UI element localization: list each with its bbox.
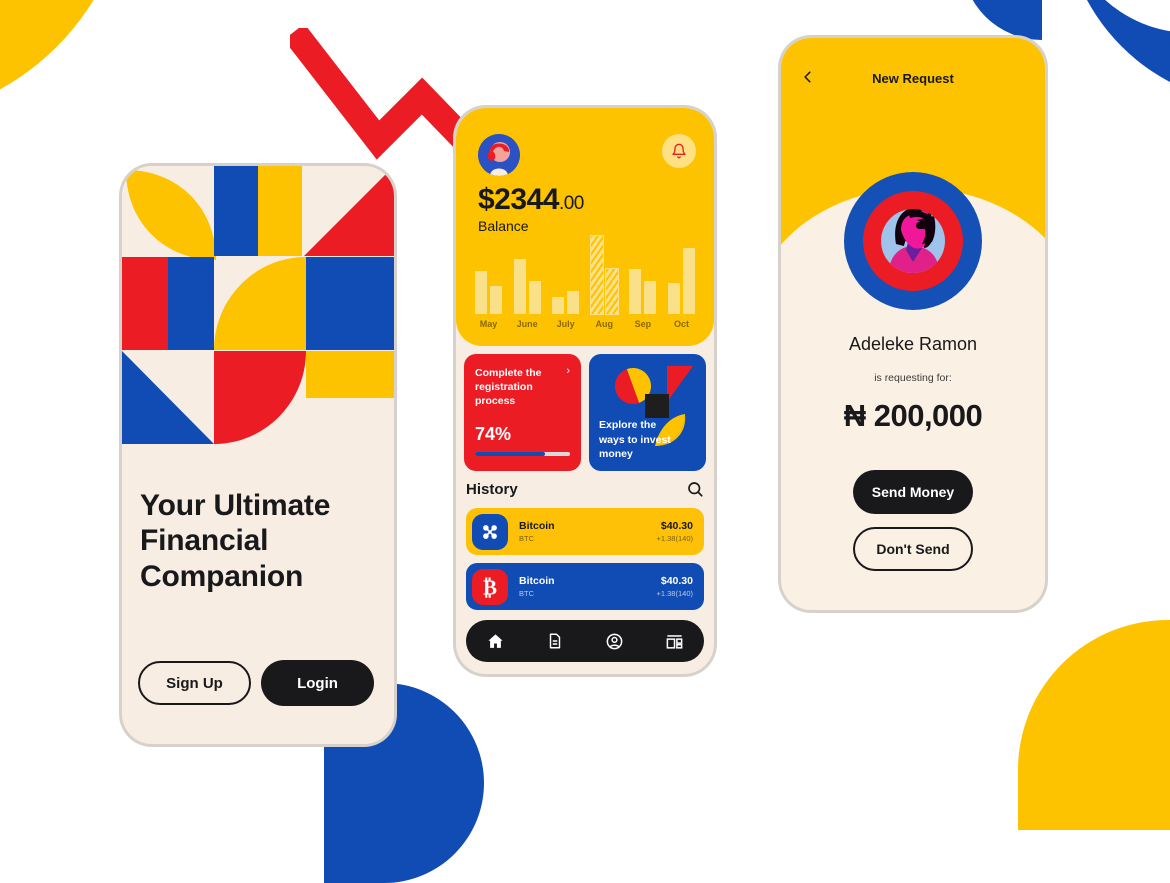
chart-label-july: July — [556, 319, 575, 329]
chart-group-sep — [626, 269, 659, 314]
auth-buttons: Sign Up Login — [138, 660, 374, 706]
history-title: History — [466, 480, 518, 498]
dashboard-icon[interactable] — [665, 632, 684, 651]
chart-bar-july-0 — [552, 297, 565, 314]
chart-bar-june-0 — [513, 259, 526, 314]
history-row-1-change: +1.38(140) — [656, 589, 694, 598]
chart-group-july — [549, 291, 582, 314]
bottom-tab-bar — [466, 620, 704, 662]
chart-bar-sep-1 — [644, 281, 657, 314]
sign-up-button[interactable]: Sign Up — [138, 661, 251, 705]
page-title: Your Ultimate Financial Companion — [140, 489, 331, 593]
geometric-pattern-icon — [122, 166, 394, 444]
chart-bar-oct-0 — [667, 283, 680, 314]
history-row-0[interactable]: Bitcoin BTC $40.30 +1.38(140) — [466, 508, 704, 555]
login-button[interactable]: Login — [261, 660, 374, 706]
chart-bar-may-1 — [490, 286, 502, 314]
chart-bar-june-1 — [528, 281, 541, 314]
registration-card-title: Complete the registration process — [475, 367, 542, 408]
phone-onboarding: Your Ultimate Financial Companion Sign U… — [122, 166, 394, 744]
history-row-0-labels: Bitcoin BTC — [519, 520, 657, 543]
history-row-1-values: $40.30 +1.38(140) — [657, 575, 694, 598]
balance-label: Balance — [478, 218, 529, 234]
notifications-button[interactable] — [662, 134, 696, 168]
history-row-1[interactable]: ₿ Bitcoin BTC $40.30 +1.38(140) — [466, 563, 704, 610]
account-icon[interactable] — [605, 632, 624, 651]
chart-bar-oct-1 — [682, 248, 695, 314]
bitcoin-icon: ₿ — [472, 568, 508, 605]
registration-percent: 74% — [475, 424, 512, 444]
phone-new-request: New Request Adeleke Ramon is requesting … — [781, 38, 1045, 610]
svg-text:₿: ₿ — [483, 575, 497, 599]
history-row-0-values: $40.30 +1.38(140) — [657, 520, 694, 543]
chart-label-aug: Aug — [595, 319, 614, 329]
chart-label-june: June — [516, 319, 538, 329]
history-row-1-name: Bitcoin — [519, 575, 555, 587]
registration-progress-bar — [475, 452, 570, 456]
balance-amount: $2344.00 — [478, 183, 584, 217]
dont-send-button[interactable]: Don't Send — [853, 527, 973, 571]
bell-icon — [672, 143, 686, 159]
history-row-1-symbol: BTC — [519, 589, 534, 598]
page-title: New Request — [872, 71, 954, 86]
chart-bar-sep-0 — [629, 269, 642, 314]
send-money-button[interactable]: Send Money — [853, 470, 973, 514]
chart-x-labels: May June July Aug Sep Oct — [472, 319, 698, 329]
decor-yellow-quarter-top-left — [0, 0, 130, 120]
promo-cards: Complete the registration process › 74% … — [464, 354, 706, 471]
chart-bar-july-1 — [567, 291, 580, 314]
user-avatar-icon — [478, 134, 520, 176]
chart-label-sep: Sep — [634, 319, 652, 329]
chart-group-may — [472, 271, 505, 314]
invest-card[interactable]: Explore the ways to invest money — [589, 354, 706, 471]
chart-label-may: May — [479, 319, 498, 329]
request-subtitle: is requesting for: — [874, 372, 952, 384]
chart-bar-aug-1 — [604, 268, 619, 315]
balance-bar-chart: May June July Aug Sep Oct — [472, 235, 698, 336]
chart-group-june — [511, 259, 544, 314]
chart-label-oct: Oct — [673, 319, 689, 329]
history-row-1-labels: Bitcoin BTC — [519, 575, 657, 598]
chart-bar-aug-0 — [589, 235, 604, 315]
decor-yellow-quarter-bottom-right — [1018, 620, 1170, 830]
chart-group-oct — [665, 248, 698, 314]
requester-name: Adeleke Ramon — [848, 334, 978, 354]
history-row-0-symbol: BTC — [519, 534, 534, 543]
chart-bar-may-0 — [475, 271, 487, 314]
balance-cents: .00 — [558, 193, 584, 214]
search-icon[interactable] — [686, 480, 704, 498]
history-row-0-price: $40.30 — [660, 520, 693, 532]
bitcoin-glyph-icon: ₿ — [483, 575, 497, 599]
canvas: Your Ultimate Financial Companion Sign U… — [0, 0, 1170, 883]
chart-group-aug — [588, 235, 621, 315]
bitcoin-nodes-icon — [472, 513, 508, 550]
balance-whole: $2344 — [478, 183, 559, 216]
history-row-1-price: $40.30 — [660, 575, 693, 587]
request-amount: ₦ 200,000 — [843, 398, 983, 433]
history-header: History — [466, 480, 704, 498]
home-icon[interactable] — [486, 632, 505, 651]
chart-bars — [472, 235, 698, 315]
registration-card[interactable]: Complete the registration process › 74% — [464, 354, 581, 471]
history-row-0-change: +1.38(140) — [656, 534, 694, 543]
invest-card-title: Explore the ways to invest money — [599, 419, 671, 460]
balance-header: $2344.00 Balance May June July Aug Sep Oct — [456, 108, 714, 346]
requester-avatar — [844, 172, 982, 310]
document-icon[interactable] — [546, 632, 564, 650]
avatar[interactable] — [478, 134, 520, 176]
phone-dashboard: $2344.00 Balance May June July Aug Sep Oct Co… — [456, 108, 714, 674]
chevron-right-icon: › — [566, 365, 570, 377]
history-row-0-name: Bitcoin — [519, 520, 555, 532]
decor-blue-corner-top-right — [962, 0, 1042, 40]
